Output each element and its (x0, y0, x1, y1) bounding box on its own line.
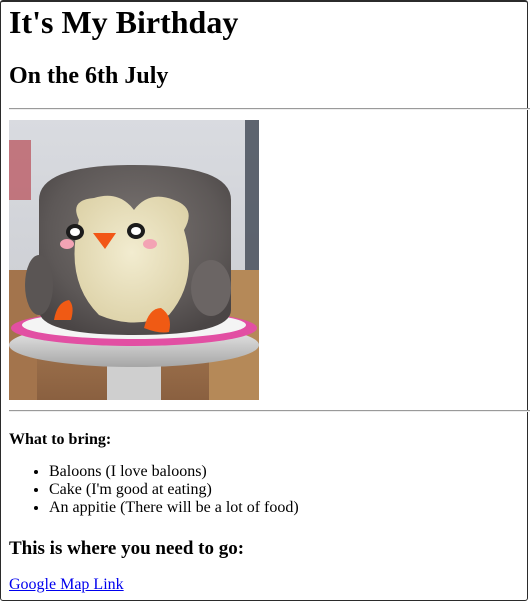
list-item: An appitie (There will be a lot of food) (49, 499, 299, 517)
list-item: Baloons (I love baloons) (49, 463, 299, 481)
bring-list: Baloons (I love baloons) Cake (I'm good … (9, 463, 299, 517)
bring-heading: What to bring: (9, 431, 112, 448)
penguin-cake-icon (9, 120, 259, 400)
list-item: Cake (I'm good at eating) (49, 481, 299, 499)
location-heading: This is where you need to go: (9, 538, 245, 559)
page-title: It's My Birthday (9, 4, 239, 40)
penguin-cake-image (9, 120, 259, 400)
divider-bottom (9, 410, 530, 412)
page-subtitle: On the 6th July (9, 63, 169, 89)
google-map-link[interactable]: Google Map Link (9, 576, 124, 594)
divider-top (9, 108, 530, 110)
